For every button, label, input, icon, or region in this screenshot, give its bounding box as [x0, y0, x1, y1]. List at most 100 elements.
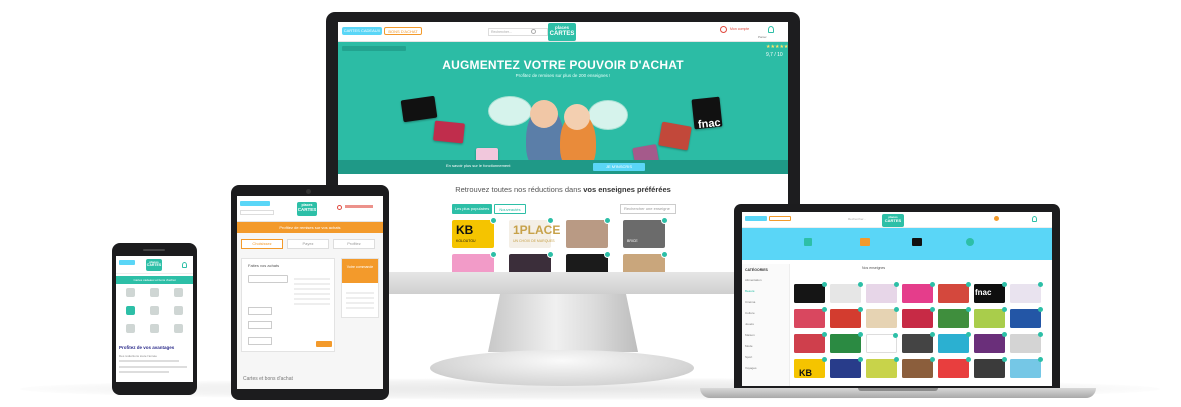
laptop-brand-tile[interactable]: [794, 307, 827, 328]
laptop-cat-icon-3[interactable]: [912, 238, 922, 246]
user-icon[interactable]: [174, 288, 183, 297]
laptop-nav-button-2[interactable]: [769, 216, 791, 221]
laptop-brand-tile[interactable]: [866, 333, 898, 353]
laptop-brand-tile[interactable]: [794, 332, 827, 353]
brand-tile[interactable]: [452, 251, 497, 272]
gift-icon[interactable]: [150, 288, 159, 297]
laptop-brand-tile[interactable]: [866, 307, 899, 328]
phone-menu-button[interactable]: [119, 260, 135, 265]
laptop-brand-tile[interactable]: [902, 332, 935, 353]
discount-badge: [1002, 357, 1007, 362]
laptop-cat-icon-4[interactable]: [966, 238, 974, 246]
heart-icon[interactable]: [174, 324, 183, 333]
tablet-add-button[interactable]: [316, 341, 332, 347]
tablet-amount-input[interactable]: [248, 307, 272, 315]
laptop-brand-tile[interactable]: [902, 357, 935, 378]
tablet-step-3[interactable]: Profitez: [333, 239, 375, 249]
laptop-sidebar-item[interactable]: Voyages: [745, 366, 757, 370]
laptop-brand-tile[interactable]: [866, 282, 899, 303]
discount-badge: [1038, 307, 1043, 312]
tablet-nav-button[interactable]: [240, 201, 270, 206]
brand-tile[interactable]: [509, 251, 554, 272]
laptop-brand-tile[interactable]: [830, 282, 863, 303]
user-icon[interactable]: [768, 26, 774, 33]
laptop-brand-tile[interactable]: [830, 357, 863, 378]
site-logo[interactable]: places CARTES: [548, 23, 576, 41]
laptop-brand-tile[interactable]: [830, 332, 863, 353]
laptop-brand-tile[interactable]: [974, 357, 1007, 378]
speech-bubble-right: [588, 100, 628, 130]
tablet-step-1[interactable]: Choisissez: [241, 239, 283, 249]
brand-tile[interactable]: [566, 251, 611, 272]
laptop-brand-tile[interactable]: [974, 332, 1007, 353]
brand-tile[interactable]: KB KOLOUTOU: [452, 217, 497, 248]
laptop-sidebar-item[interactable]: Beauté: [745, 289, 755, 293]
laptop-logo[interactable]: places CARTES: [882, 214, 904, 227]
nav-gift-cards-button[interactable]: CARTES CADEAUX: [342, 27, 382, 35]
brand-tile[interactable]: [623, 251, 668, 272]
laptop-cat-icon-1[interactable]: [804, 238, 812, 246]
site-header: CARTES CADEAUX BONS D'ACHAT Rechercher..…: [338, 22, 788, 42]
laptop-sidebar-item[interactable]: Jouets: [745, 322, 754, 326]
laptop-brand-tile[interactable]: [1010, 357, 1043, 378]
brand-tile[interactable]: BRICE: [623, 217, 668, 248]
phone-body-line: [119, 360, 179, 362]
discount-badge: [858, 307, 863, 312]
brand-tile[interactable]: [566, 217, 611, 248]
cart-icon[interactable]: [150, 306, 159, 315]
laptop-search-input[interactable]: Rechercher...: [848, 217, 866, 221]
laptop-brand-tile[interactable]: [938, 332, 971, 353]
search-icon[interactable]: [531, 29, 536, 34]
discount-badge: [930, 357, 935, 362]
laptop-brand-tile[interactable]: [866, 357, 899, 378]
tablet-qty-input[interactable]: [248, 321, 272, 329]
tablet-brand-select[interactable]: [248, 275, 288, 283]
laptop-brand-tile[interactable]: [1010, 332, 1043, 353]
nav-vouchers-button[interactable]: BONS D'ACHAT: [384, 27, 422, 35]
laptop-sidebar-item[interactable]: Sport: [745, 355, 752, 359]
discount-badge: [858, 357, 863, 362]
brand-search-input[interactable]: Rechercher une enseigne: [620, 204, 676, 214]
cart-link[interactable]: Panier: [758, 35, 767, 39]
tag-icon[interactable]: [126, 306, 135, 315]
laptop-user-icon[interactable]: [1032, 216, 1037, 222]
laptop-brand-tile[interactable]: [1010, 307, 1043, 328]
discount-badge: [490, 251, 497, 258]
laptop-sidebar-item[interactable]: Culture: [745, 311, 755, 315]
tab-popular[interactable]: Les plus populaires: [452, 204, 492, 214]
laptop-brand-tile[interactable]: [938, 357, 971, 378]
header-search-input[interactable]: Rechercher...: [488, 28, 548, 36]
logo-text-bottom: CARTES: [549, 30, 575, 37]
laptop-brand-tile[interactable]: [794, 282, 827, 303]
tablet-date-input[interactable]: [248, 337, 272, 345]
home-icon[interactable]: [126, 288, 135, 297]
laptop-brand-tile[interactable]: [902, 282, 935, 303]
phone-logo[interactable]: places CARTES: [146, 259, 162, 271]
tablet-step-2[interactable]: Payez: [287, 239, 329, 249]
discount-badge: [1002, 282, 1007, 287]
star-icon[interactable]: [174, 306, 183, 315]
laptop-brand-tile[interactable]: [938, 307, 971, 328]
tablet-search-input[interactable]: [240, 210, 274, 215]
laptop-nav-button[interactable]: [745, 216, 767, 221]
laptop-brand-tile[interactable]: [938, 282, 971, 303]
laptop-brand-tile[interactable]: [902, 307, 935, 328]
account-link[interactable]: Mon compte: [730, 27, 749, 31]
discount-badge: [1038, 282, 1043, 287]
signup-button[interactable]: JE M'INSCRIS: [593, 163, 645, 171]
brand-tile[interactable]: 1PLACE UN CHOIX DE MARQUES: [509, 217, 560, 248]
laptop-sidebar-item[interactable]: Cinéma: [745, 300, 755, 304]
laptop-cat-icon-2[interactable]: [860, 238, 870, 246]
tab-new[interactable]: Nouveautés: [494, 204, 526, 214]
laptop-brand-tile[interactable]: [974, 307, 1007, 328]
shop-icon[interactable]: [150, 324, 159, 333]
laptop-sidebar-item[interactable]: Maison: [745, 333, 755, 337]
laptop-sidebar-item[interactable]: Mode: [745, 344, 753, 348]
percent-icon[interactable]: [126, 324, 135, 333]
laptop-brand-tile[interactable]: [830, 307, 863, 328]
monitor-stand-base: [430, 350, 694, 386]
tablet-logo[interactable]: places CARTES: [297, 202, 317, 216]
laptop-sidebar-item[interactable]: Alimentation: [745, 278, 762, 282]
phone-user-icon[interactable]: [182, 262, 187, 268]
laptop-brand-tile[interactable]: [1010, 282, 1043, 303]
